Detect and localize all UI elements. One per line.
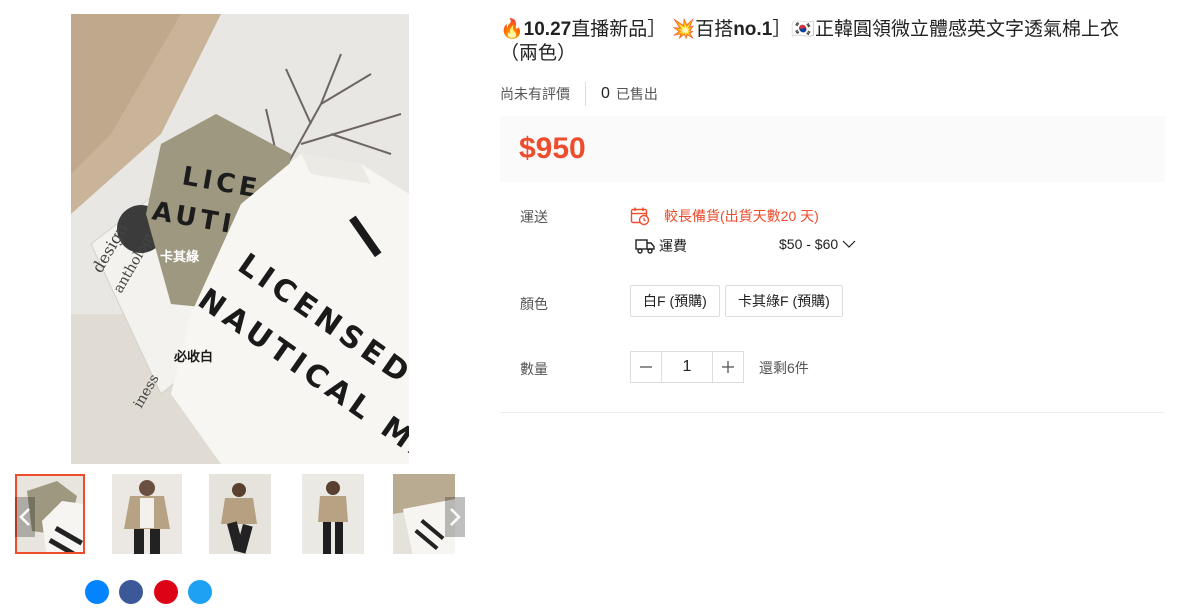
shipping-label: 運送 [520, 209, 548, 225]
meta-divider [585, 82, 586, 106]
section-divider [500, 412, 1165, 413]
chevron-left-icon [19, 508, 30, 526]
fire-emoji-icon: 🔥 [500, 19, 524, 40]
preorder-notice: 較長備貨(出貨天數20 天) [630, 206, 819, 226]
calendar-clock-icon [630, 207, 650, 226]
share-buttons [85, 580, 218, 604]
shipping-fee-label: 運費 [659, 238, 687, 254]
quantity-label: 數量 [520, 361, 548, 377]
sold-count: 0 [601, 85, 610, 102]
preorder-text: 較長備貨(出貨天數20 天) [664, 208, 819, 224]
white-color-label: 必收白 [173, 349, 213, 365]
title-segment: 10.27 [523, 19, 572, 40]
price-section: $950 [500, 116, 1165, 182]
variation-khaki[interactable]: 卡其綠F (預購) [725, 285, 843, 317]
boom-emoji-icon: 💥 [671, 19, 696, 40]
chevron-right-icon [450, 508, 461, 526]
shipping-fee-dropdown[interactable]: $50 - $60 [779, 236, 856, 252]
main-product-image[interactable]: design anthology iness LICE AUTIC 卡其綠 LI… [71, 14, 409, 464]
pinterest-share-icon[interactable] [153, 580, 178, 604]
thumbnail-strip [15, 474, 465, 556]
title-segment: ］ [772, 19, 792, 40]
stock-remaining: 還剩6件 [759, 360, 809, 376]
product-meta: 尚未有評價 0 已售出 [500, 82, 658, 106]
thumbnail-3[interactable] [209, 474, 279, 554]
plus-icon [722, 361, 734, 373]
title-segment: no.1 [733, 19, 773, 40]
facebook-share-icon[interactable] [119, 580, 144, 604]
quantity-stepper [630, 351, 744, 383]
minus-icon [640, 366, 652, 368]
product-price: $950 [519, 132, 586, 165]
title-segment: 直播新品］ [571, 19, 667, 40]
shipping-fee-range: $50 - $60 [779, 236, 839, 252]
sold-label: 已售出 [615, 86, 658, 102]
rating-status[interactable]: 尚未有評價 [500, 84, 570, 104]
thumbnail-prev-button[interactable] [15, 497, 35, 537]
khaki-color-label: 卡其綠 [160, 249, 200, 265]
increase-quantity-button[interactable] [712, 351, 744, 383]
product-title: 🔥10.27直播新品］ 💥百搭no.1］🇰🇷正韓圓領微立體感英文字透氣棉上衣（兩… [500, 18, 1150, 66]
variation-white[interactable]: 白F (預購) [630, 285, 720, 317]
messenger-share-icon[interactable] [85, 580, 109, 604]
decrease-quantity-button[interactable] [630, 351, 662, 383]
thumbnail-4[interactable] [302, 474, 372, 554]
product-gallery: design anthology iness LICE AUTIC 卡其綠 LI… [0, 0, 480, 604]
shipping-fee: 運費 [635, 236, 687, 256]
thumbnail-next-button[interactable] [445, 497, 465, 537]
thumbnail-2[interactable] [112, 474, 182, 554]
truck-icon [635, 239, 655, 254]
title-segment: 百搭 [695, 19, 734, 40]
main-image-illustration: design anthology iness LICE AUTIC 卡其綠 LI… [71, 14, 409, 464]
quantity-input[interactable] [662, 351, 712, 383]
color-label: 顏色 [520, 296, 548, 312]
korea-flag-emoji-icon: 🇰🇷 [791, 19, 815, 40]
twitter-share-icon[interactable] [188, 580, 213, 604]
chevron-down-icon [842, 240, 856, 248]
